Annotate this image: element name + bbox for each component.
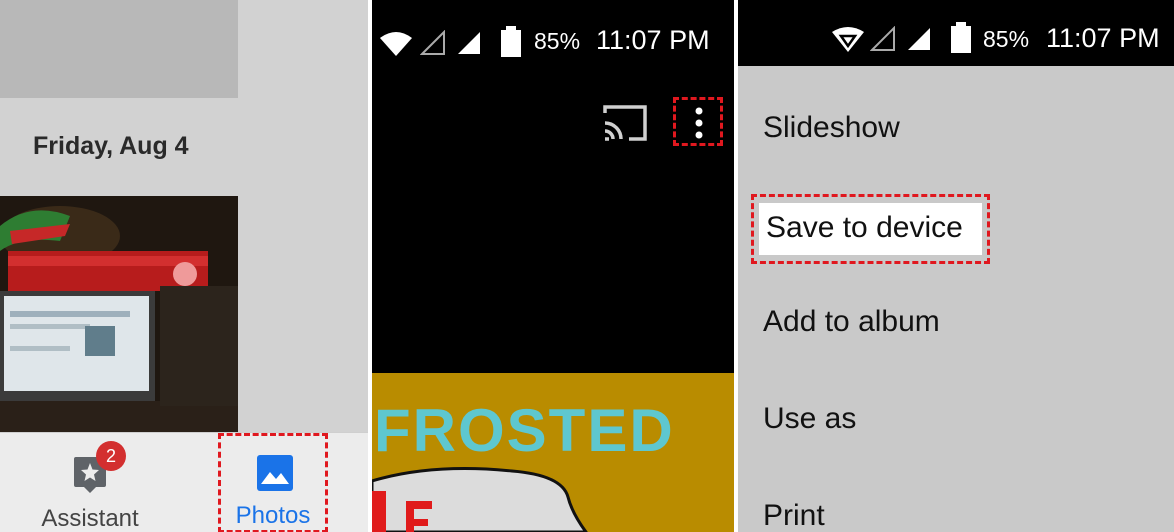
viewed-photo-image: FROSTED bbox=[372, 373, 734, 532]
photo-viewer-panel: 85% 11:07 PM FROSTED bbox=[372, 0, 734, 532]
photo-thumbnail-placeholder[interactable] bbox=[0, 0, 238, 98]
nav-photos-label: Photos bbox=[235, 502, 311, 529]
menu-item-add-to-album[interactable]: Add to album bbox=[763, 305, 940, 339]
date-header: Friday, Aug 4 bbox=[33, 132, 189, 160]
menu-item-save-to-device[interactable]: Save to device bbox=[759, 203, 982, 255]
photos-grid-panel: Friday, Aug 4 2 Assistant Photos bbox=[0, 0, 368, 532]
status-bar: 85% 11:07 PM bbox=[372, 18, 734, 68]
nav-assistant-label: Assistant bbox=[41, 505, 139, 532]
nav-assistant[interactable]: 2 Assistant bbox=[20, 433, 160, 532]
bottom-navigation: 2 Assistant Photos bbox=[0, 432, 368, 532]
battery-icon bbox=[951, 22, 971, 53]
battery-percent: 85% bbox=[983, 26, 1030, 52]
photos-icon bbox=[257, 455, 293, 491]
notification-badge: 2 bbox=[96, 441, 126, 471]
overflow-menu-panel: 85% 11:07 PM Slideshow Save to device Ad… bbox=[738, 0, 1174, 532]
photo-caption-text: FROSTED bbox=[374, 397, 675, 464]
status-bar: 85% 11:07 PM bbox=[738, 0, 1174, 66]
menu-item-label: Save to device bbox=[766, 211, 963, 244]
signal-icon bbox=[420, 30, 445, 55]
wifi-icon bbox=[380, 32, 412, 56]
wifi-icon bbox=[832, 27, 864, 52]
menu-item-print[interactable]: Print bbox=[763, 499, 825, 532]
status-time: 11:07 PM bbox=[1046, 23, 1160, 53]
cast-icon[interactable] bbox=[601, 103, 649, 143]
battery-icon bbox=[501, 26, 521, 57]
menu-item-use-as[interactable]: Use as bbox=[763, 402, 856, 436]
battery-percent: 85% bbox=[534, 28, 581, 54]
status-time: 11:07 PM bbox=[596, 25, 710, 55]
more-options-button[interactable] bbox=[673, 97, 723, 146]
viewed-photo: FROSTED bbox=[372, 373, 734, 532]
signal-icon bbox=[908, 28, 930, 50]
photo-thumbnail-image bbox=[0, 196, 238, 432]
signal-icon bbox=[870, 26, 895, 51]
nav-photos[interactable]: Photos bbox=[218, 433, 328, 532]
more-vertical-icon bbox=[695, 107, 703, 139]
menu-item-save-to-device-highlight[interactable]: Save to device bbox=[751, 194, 990, 264]
menu-item-slideshow[interactable]: Slideshow bbox=[763, 111, 900, 145]
signal-icon bbox=[458, 32, 480, 54]
photo-thumbnail[interactable] bbox=[0, 196, 238, 432]
